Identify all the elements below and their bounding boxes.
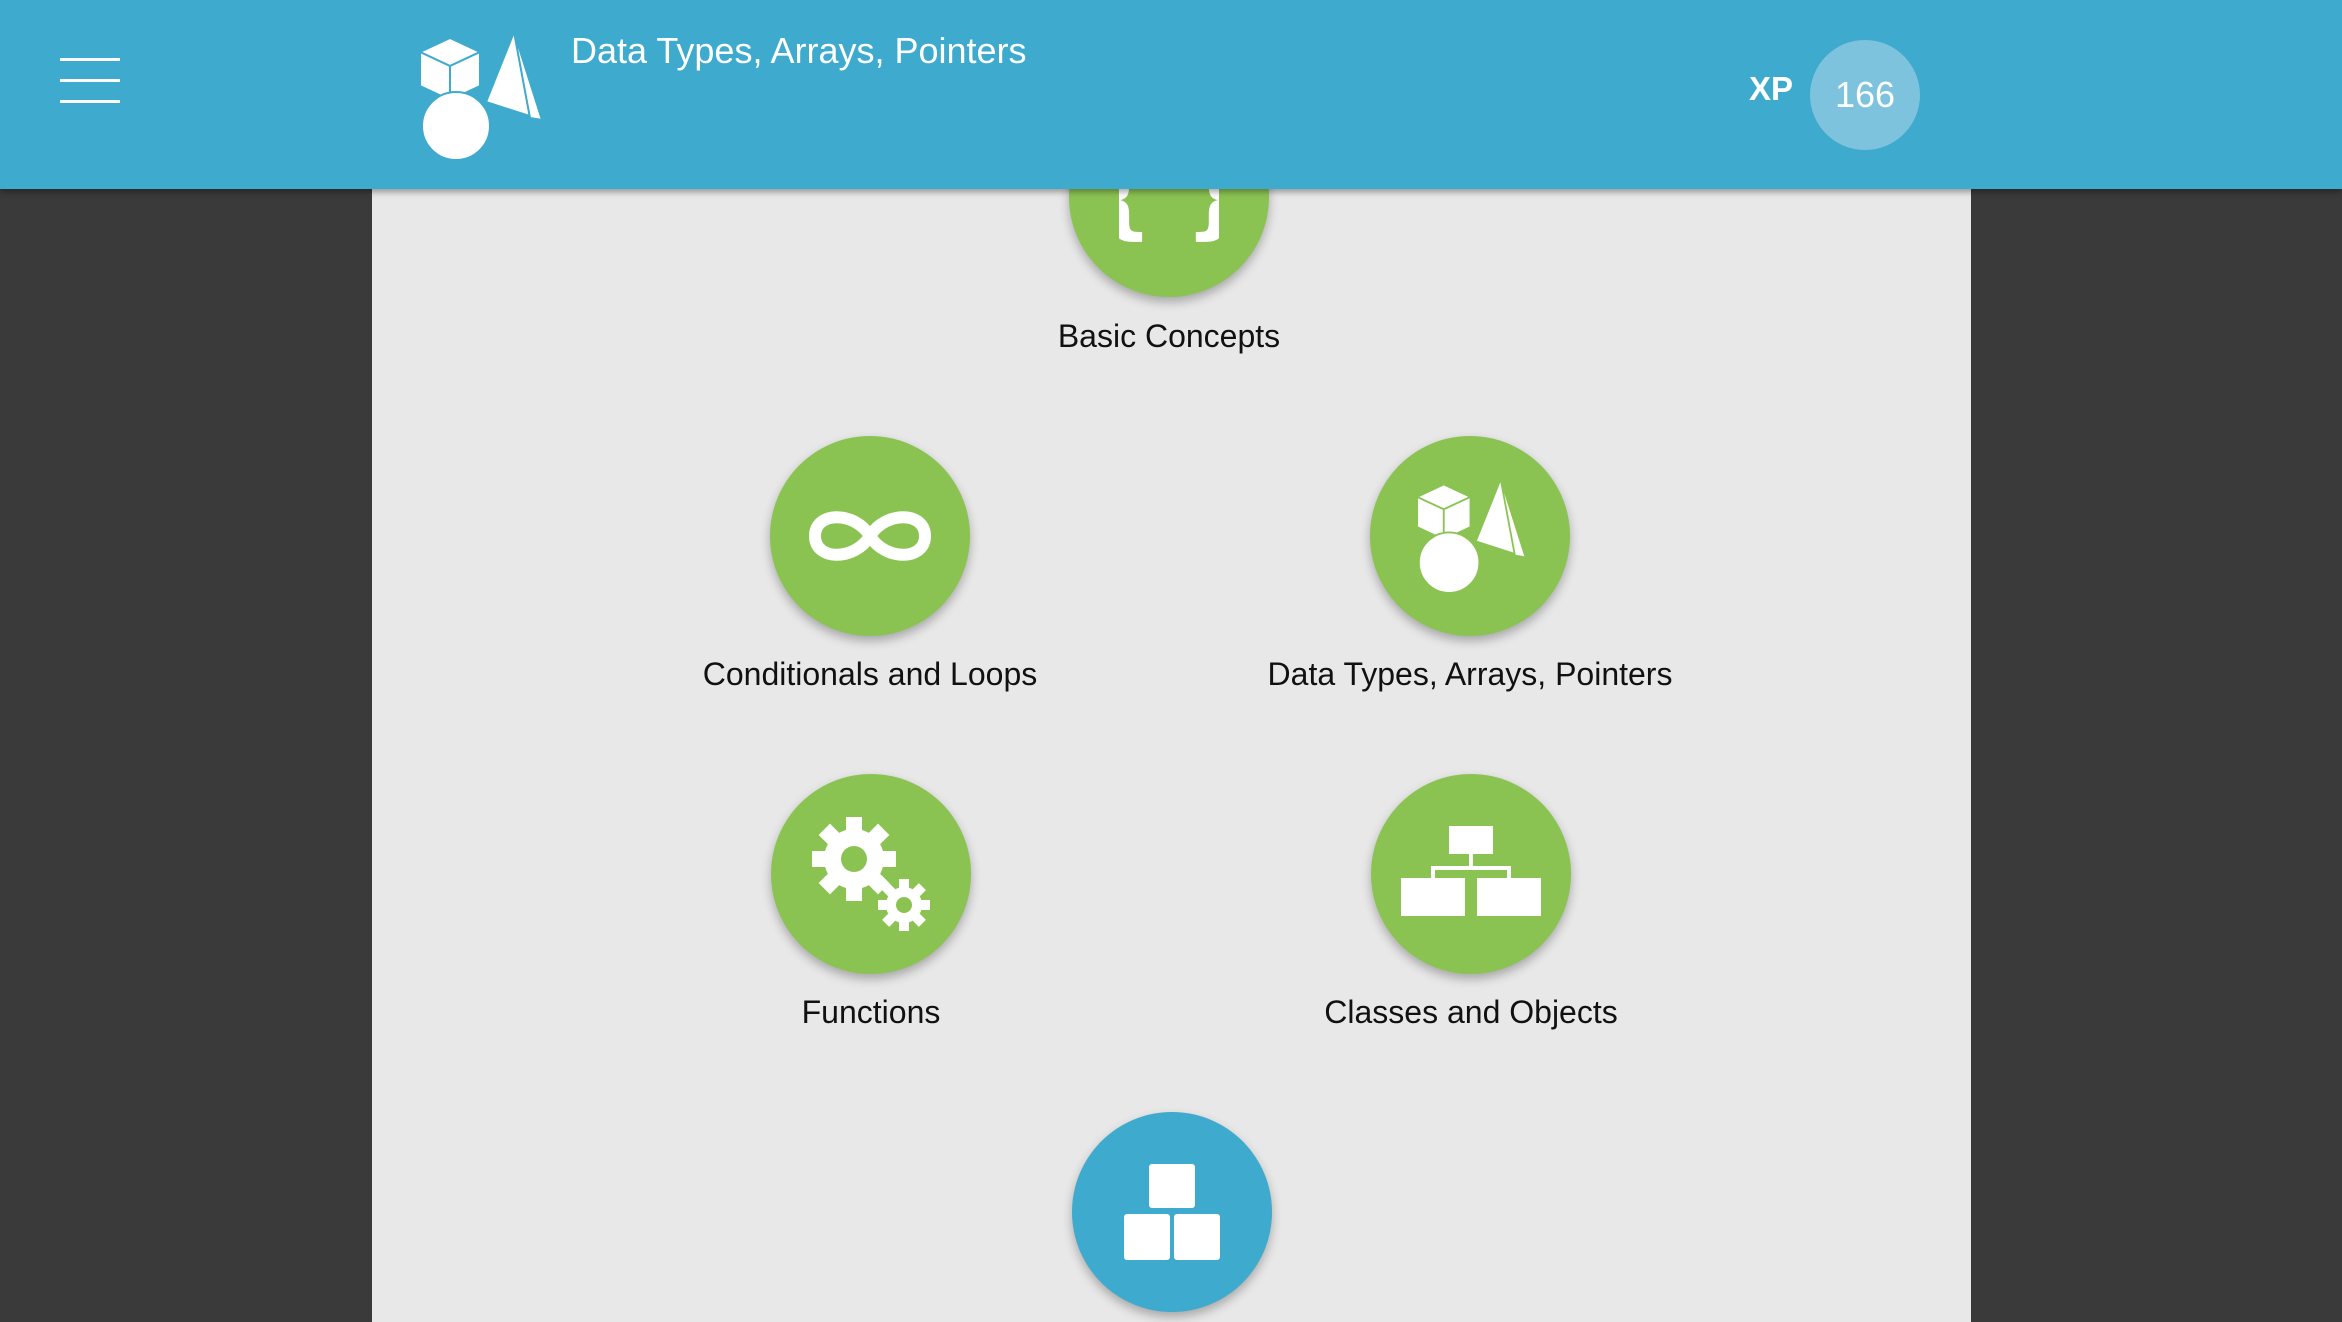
module-label: Data Types, Arrays, Pointers <box>1267 656 1673 692</box>
hamburger-menu-icon[interactable] <box>60 58 120 106</box>
module-label: Classes and Objects <box>1324 994 1618 1030</box>
module-label: Conditionals and Loops <box>702 656 1038 692</box>
module-functions[interactable] <box>771 774 971 974</box>
course-map-panel: { } Basic Concepts Conditionals and Loop… <box>372 0 1971 1322</box>
shapes-icon <box>417 30 544 161</box>
module-classes-and-objects[interactable] <box>1371 774 1571 974</box>
hierarchy-icon <box>1401 826 1541 916</box>
infinity-icon <box>808 511 932 561</box>
shapes-icon <box>1415 476 1527 594</box>
top-app-bar: Data Types, Arrays, Pointers XP 166 <box>0 0 2342 189</box>
gears-icon <box>812 817 930 931</box>
module-label: Basic Concepts <box>1057 318 1281 354</box>
blocks-icon <box>1124 1164 1220 1260</box>
page-title: Data Types, Arrays, Pointers <box>571 30 1027 71</box>
module-label: Functions <box>801 994 941 1030</box>
module-current[interactable] <box>1072 1112 1272 1312</box>
xp-badge[interactable]: 166 <box>1810 40 1920 150</box>
module-conditionals-and-loops[interactable] <box>770 436 970 636</box>
xp-label: XP <box>1749 70 1794 107</box>
module-data-types-arrays-pointers[interactable] <box>1370 436 1570 636</box>
